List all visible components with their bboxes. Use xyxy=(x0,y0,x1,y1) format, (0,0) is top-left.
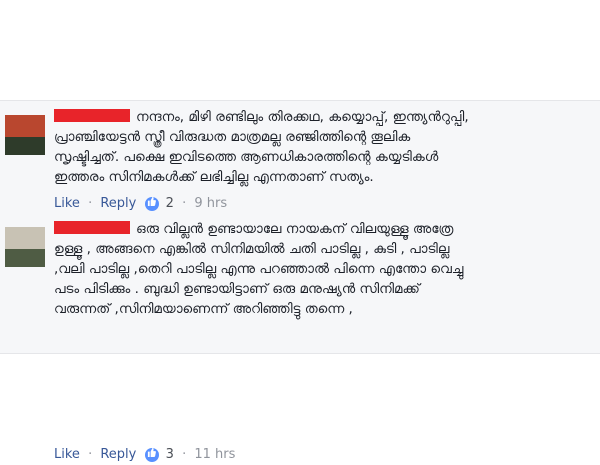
separator: · xyxy=(88,447,93,462)
like-link[interactable]: Like xyxy=(54,195,80,213)
comment-line: ഒരു വില്ലൻ ഉണ്ടായാലേ നായകന് വിലയുള്ളൂ അത… xyxy=(54,219,584,239)
comment-line: ഉള്ളൂ , അങ്ങനെ എങ്കിൽ സിനിമയിൽ ചതി പാടില… xyxy=(54,241,450,257)
like-thumb-glyph xyxy=(147,197,156,206)
separator: · xyxy=(88,196,93,211)
comment-line-text: നന്ദനം, മിഴി രണ്ടിലും തിരക്കഥ, കയ്യൊപ്പ്… xyxy=(136,109,469,125)
comment-actions: Like · Reply 3 · 11 hrs xyxy=(54,446,554,465)
avatar[interactable] xyxy=(5,227,45,267)
timestamp[interactable]: 9 hrs xyxy=(194,195,227,213)
comment-line: ,വലി പാടില്ല ,തെറി പാടില്ല എന്നു പറഞ്ഞാൽ… xyxy=(54,261,464,277)
redacted-author-name xyxy=(54,109,130,122)
avatar[interactable] xyxy=(5,115,45,155)
avatar-image-bottom xyxy=(5,137,45,155)
comment-text: ഒരു വില്ലൻ ഉണ്ടായാലേ നായകന് വിലയുള്ളൂ അത… xyxy=(54,219,584,319)
separator: · xyxy=(182,447,187,462)
comment-line: സൃഷ്ടിച്ചത്. പക്ഷെ ഇവിടത്തെ ആണധികാരത്തിന… xyxy=(54,149,439,165)
comment-line: വരുന്നത് ,സിനിമയാണെന്ന് അറിഞ്ഞിട്ടു തന്ന… xyxy=(54,301,353,317)
timestamp[interactable]: 11 hrs xyxy=(194,446,235,464)
like-thumb-icon[interactable] xyxy=(144,448,159,462)
comment-line: ഇത്തരം സിനിമകൾക്ക് ലഭിച്ചില്ല എന്നതാണ് സ… xyxy=(54,169,374,185)
like-thumb-icon[interactable] xyxy=(144,197,159,211)
comment-actions: Like · Reply 2 · 9 hrs xyxy=(54,195,554,214)
like-link[interactable]: Like xyxy=(54,446,80,464)
like-thumb-glyph xyxy=(147,448,156,457)
comment-line-text: ഒരു വില്ലൻ ഉണ്ടായാലേ നായകന് വിലയുള്ളൂ അത… xyxy=(136,221,454,237)
like-count[interactable]: 3 xyxy=(166,446,174,464)
comments-panel: നന്ദനം, മിഴി രണ്ടിലും തിരക്കഥ, കയ്യൊപ്പ്… xyxy=(0,100,600,462)
redacted-author-name xyxy=(54,221,130,234)
avatar-image-top xyxy=(5,227,45,249)
comment-line: പടം പിടിക്കും . ബുദ്ധി ഉണ്ടായിട്ടാണ് ഒരു… xyxy=(54,281,420,297)
reply-link[interactable]: Reply xyxy=(100,446,136,464)
avatar-image-top xyxy=(5,115,45,137)
comment-text: നന്ദനം, മിഴി രണ്ടിലും തിരക്കഥ, കയ്യൊപ്പ്… xyxy=(54,107,584,187)
comment-line: നന്ദനം, മിഴി രണ്ടിലും തിരക്കഥ, കയ്യൊപ്പ്… xyxy=(54,107,584,127)
like-count[interactable]: 2 xyxy=(166,195,174,213)
comment-line: പ്രാഞ്ചിയേട്ടൻ സ്ത്രീ വിരുദ്ധത മാത്രമല്ല… xyxy=(54,129,411,145)
separator: · xyxy=(182,196,187,211)
reply-link[interactable]: Reply xyxy=(100,195,136,213)
avatar-image-bottom xyxy=(5,249,45,267)
